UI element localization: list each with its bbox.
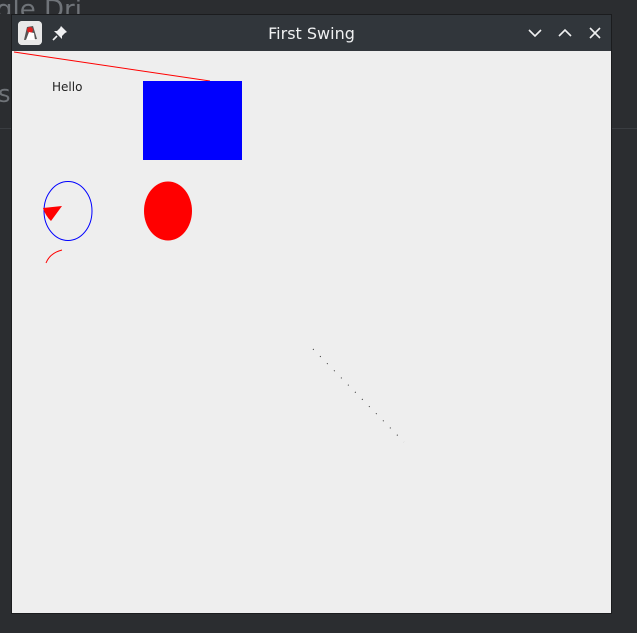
red-line: [13, 51, 211, 82]
background-text-top: gle Dri: [0, 0, 82, 14]
red-arc: [45, 249, 63, 264]
dotted-line: [312, 348, 405, 443]
minimize-icon[interactable]: [526, 24, 544, 42]
close-icon[interactable]: [586, 24, 604, 42]
app-window: First Swing Hello: [11, 14, 612, 614]
drawing-canvas[interactable]: Hello: [12, 51, 611, 613]
window-title: First Swing: [268, 24, 355, 43]
blue-filled-rectangle: [143, 81, 242, 160]
title-bar[interactable]: First Swing: [12, 15, 611, 51]
background-text-mid: s: [0, 80, 11, 108]
red-filled-oval: [144, 181, 192, 241]
hello-label: Hello: [52, 80, 83, 94]
red-filled-arc-wedge: [43, 206, 62, 221]
maximize-icon[interactable]: [556, 24, 574, 42]
